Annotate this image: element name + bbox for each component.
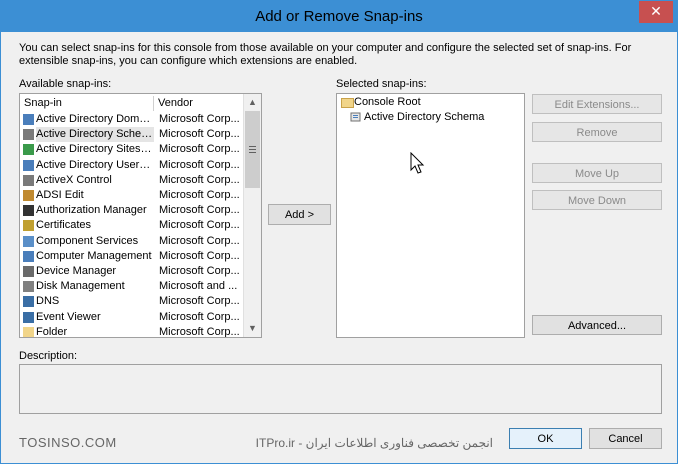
vertical-scrollbar[interactable]: ▲ ▼ — [243, 94, 261, 337]
column-header-snapin[interactable]: Snap-in — [24, 96, 62, 111]
snapin-name: DNS — [36, 295, 60, 308]
snapin-name: Active Directory Schema — [36, 127, 154, 143]
component-services-icon — [23, 235, 34, 247]
snapin-row[interactable]: DNS Microsoft Corp... — [21, 294, 243, 309]
snapin-name: Computer Management — [36, 249, 152, 262]
snapin-row[interactable]: Component Services Microsoft Corp... — [21, 234, 243, 249]
move-up-button[interactable]: Move Up — [532, 163, 662, 183]
scroll-down-arrow-icon[interactable]: ▼ — [244, 320, 261, 337]
available-snapins-label: Available snap-ins: — [19, 78, 112, 90]
snapin-row[interactable]: ADSI Edit Microsoft Corp... — [21, 188, 243, 203]
snapin-vendor: Microsoft Corp... — [159, 189, 240, 201]
snapin-vendor: Microsoft Corp... — [159, 173, 240, 186]
snapin-vendor: Microsoft Corp... — [159, 204, 240, 217]
snapin-name: Certificates — [36, 219, 92, 232]
grip-line — [249, 149, 256, 150]
snapin-row[interactable]: Device Manager Microsoft Corp... — [21, 264, 243, 279]
snapin-dialog: Add or Remove Snap-ins ✕ You can select … — [0, 0, 678, 464]
snapin-row[interactable]: Computer Management Microsoft Corp... — [21, 249, 243, 264]
close-button[interactable]: ✕ — [639, 1, 673, 23]
advanced-button[interactable]: Advanced... — [532, 315, 662, 335]
snapin-name: Event Viewer — [36, 310, 101, 323]
cancel-button[interactable]: Cancel — [589, 428, 662, 449]
snapin-name: Folder — [36, 325, 68, 338]
snapin-row[interactable]: Active Directory Users ... Microsoft Corp… — [21, 158, 243, 173]
ad-domains-icon — [23, 114, 34, 125]
snapin-vendor: Microsoft Corp... — [159, 265, 240, 277]
adsi-edit-icon — [23, 190, 34, 201]
folder-icon — [23, 326, 34, 337]
folder-icon — [341, 98, 354, 108]
grip-line — [249, 152, 256, 153]
ad-sites-icon — [23, 144, 34, 156]
snapin-row[interactable]: Authorization Manager Microsoft Corp... — [21, 203, 243, 218]
scroll-up-arrow-icon[interactable]: ▲ — [244, 94, 261, 111]
snapin-name: Authorization Manager — [36, 204, 147, 217]
snapin-name: Component Services — [36, 234, 139, 247]
edit-extensions-button[interactable]: Edit Extensions... — [532, 94, 662, 114]
snapin-name: Active Directory Users ... — [36, 158, 154, 171]
console-root-node[interactable]: Console Root — [354, 96, 421, 108]
ad-users-icon — [23, 159, 34, 171]
ad-schema-icon — [350, 112, 361, 122]
dns-icon — [23, 296, 34, 308]
description-label: Description: — [19, 350, 78, 362]
snapin-row[interactable]: Folder Microsoft Corp... — [21, 325, 243, 338]
snapin-row[interactable]: Disk Management Microsoft and ... — [21, 279, 243, 294]
watermark-right: انجمن تخصصی فناوری اطلاعات ایران - ITPro… — [255, 436, 493, 450]
mouse-cursor-icon — [410, 152, 425, 174]
snapin-vendor: Microsoft Corp... — [159, 113, 240, 125]
column-header-vendor[interactable]: Vendor — [158, 96, 193, 111]
snapin-vendor: Microsoft Corp... — [159, 128, 240, 141]
add-button[interactable]: Add > — [268, 204, 331, 225]
snapin-name: Active Directory Sites a... — [36, 143, 154, 156]
activex-icon — [23, 174, 34, 186]
intro-text: You can select snap-ins for this console… — [19, 42, 632, 67]
disk-management-icon — [23, 281, 34, 293]
snapin-row[interactable]: Certificates Microsoft Corp... — [21, 218, 243, 233]
authorization-icon — [23, 205, 34, 217]
snapin-name: Active Directory Domai... — [36, 113, 154, 125]
dialog-title: Add or Remove Snap-ins — [255, 8, 423, 25]
remove-button[interactable]: Remove — [532, 122, 662, 142]
grip-line — [249, 146, 256, 147]
snapin-row[interactable]: Active Directory Domai... Microsoft Corp.… — [21, 112, 243, 127]
device-manager-icon — [23, 266, 34, 277]
snapin-vendor: Microsoft Corp... — [159, 234, 240, 247]
snapin-vendor: Microsoft Corp... — [159, 219, 240, 232]
computer-management-icon — [23, 250, 34, 262]
snapin-row[interactable]: Event Viewer Microsoft Corp... — [21, 310, 243, 325]
snapin-name: Disk Management — [36, 280, 125, 293]
available-snapins-list[interactable]: Snap-in Vendor Active Directory Domai...… — [19, 93, 262, 338]
ok-button[interactable]: OK — [509, 428, 582, 449]
snapin-name: ActiveX Control — [36, 173, 112, 186]
certificates-icon — [23, 220, 34, 232]
snapin-vendor: Microsoft Corp... — [159, 325, 240, 338]
description-box — [19, 364, 662, 414]
title-bar[interactable]: Add or Remove Snap-ins ✕ — [1, 1, 677, 32]
column-divider[interactable] — [153, 96, 154, 111]
snapin-row[interactable]: ActiveX Control Microsoft Corp... — [21, 173, 243, 188]
snapin-vendor: Microsoft Corp... — [159, 310, 240, 323]
snapin-name: Device Manager — [36, 265, 117, 277]
snapin-row[interactable]: Active Directory Sites a... Microsoft Cor… — [21, 142, 243, 157]
selected-snapins-tree[interactable]: Console Root Active Directory Schema — [336, 93, 525, 338]
snapin-vendor: Microsoft Corp... — [159, 158, 240, 171]
snapin-vendor: Microsoft Corp... — [159, 295, 240, 308]
scrollbar-thumb[interactable] — [245, 111, 260, 188]
selected-snapins-label: Selected snap-ins: — [336, 78, 427, 90]
snapin-name: ADSI Edit — [36, 189, 84, 201]
snapin-vendor: Microsoft Corp... — [159, 143, 240, 156]
watermark-left: TOSINSO.COM — [19, 435, 117, 450]
schema-node[interactable]: Active Directory Schema — [364, 111, 484, 123]
ad-schema-icon — [23, 129, 34, 141]
snapin-vendor: Microsoft and ... — [159, 280, 238, 293]
move-down-button[interactable]: Move Down — [532, 190, 662, 210]
event-viewer-icon — [23, 311, 34, 323]
snapin-vendor: Microsoft Corp... — [159, 249, 240, 262]
snapin-row[interactable]: Active Directory Schema Microsoft Corp... — [21, 127, 243, 143]
